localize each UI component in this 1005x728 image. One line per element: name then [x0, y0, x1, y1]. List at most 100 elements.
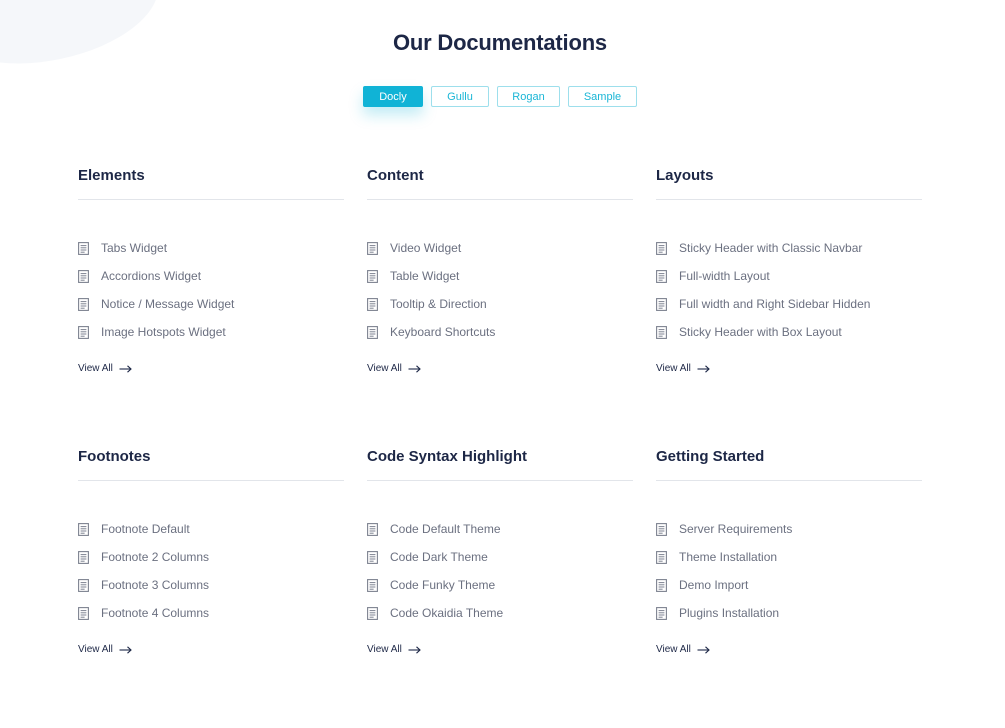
doc-link-item[interactable]: Plugins Installation — [656, 599, 922, 627]
doc-link-item[interactable]: Sticky Header with Classic Navbar — [656, 234, 922, 262]
doc-link-item[interactable]: Server Requirements — [656, 515, 922, 543]
tab-sample[interactable]: Sample — [568, 86, 637, 107]
doc-link-item[interactable]: Theme Installation — [656, 543, 922, 571]
doc-link-label[interactable]: Table Widget — [390, 269, 459, 283]
doc-link-label[interactable]: Tooltip & Direction — [390, 297, 487, 311]
doc-link-label[interactable]: Footnote 2 Columns — [101, 550, 209, 564]
doc-link-item[interactable]: Tooltip & Direction — [367, 290, 633, 318]
view-all-link[interactable]: View All — [78, 644, 132, 655]
arrow-right-icon — [408, 645, 421, 654]
doc-sections-grid: Elements Tabs Widget Accordions Widget Noti… — [78, 166, 923, 728]
view-all-label[interactable]: View All — [78, 644, 113, 655]
doc-link-label[interactable]: Code Okaidia Theme — [390, 606, 503, 620]
doc-link-item[interactable]: Sticky Header with Box Layout — [656, 318, 922, 346]
doc-link-label[interactable]: Full-width Layout — [679, 269, 770, 283]
doc-link-label[interactable]: Accordions Widget — [101, 269, 201, 283]
section-title[interactable]: Elements — [78, 166, 344, 185]
document-icon — [367, 606, 378, 620]
doc-section-card: Layouts Sticky Header with Classic Navbar… — [656, 166, 922, 447]
doc-link-item[interactable]: Image Hotspots Widget — [78, 318, 344, 346]
document-icon — [78, 550, 89, 564]
document-icon — [656, 606, 667, 620]
view-all-label[interactable]: View All — [367, 363, 402, 374]
document-icon — [367, 241, 378, 255]
document-icon — [367, 325, 378, 339]
document-icon — [656, 269, 667, 283]
doc-link-item[interactable]: Keyboard Shortcuts — [367, 318, 633, 346]
doc-link-label[interactable]: Demo Import — [679, 578, 748, 592]
doc-link-label[interactable]: Notice / Message Widget — [101, 297, 234, 311]
document-icon — [656, 550, 667, 564]
doc-link-item[interactable]: Full-width Layout — [656, 262, 922, 290]
doc-link-item[interactable]: Footnote 4 Columns — [78, 599, 344, 627]
section-item-list: Tabs Widget Accordions Widget Notice / Mes… — [78, 234, 344, 346]
arrow-right-icon — [408, 364, 421, 373]
doc-link-label[interactable]: Code Default Theme — [390, 522, 501, 536]
doc-link-item[interactable]: Code Default Theme — [367, 515, 633, 543]
doc-link-label[interactable]: Footnote 4 Columns — [101, 606, 209, 620]
doc-link-label[interactable]: Sticky Header with Classic Navbar — [679, 241, 862, 255]
doc-link-label[interactable]: Video Widget — [390, 241, 461, 255]
doc-link-item[interactable]: Accordions Widget — [78, 262, 344, 290]
section-divider — [367, 480, 633, 481]
doc-link-item[interactable]: Code Dark Theme — [367, 543, 633, 571]
arrow-right-icon — [697, 645, 710, 654]
doc-link-item[interactable]: Code Funky Theme — [367, 571, 633, 599]
document-icon — [367, 269, 378, 283]
doc-link-label[interactable]: Full width and Right Sidebar Hidden — [679, 297, 870, 311]
view-all-label[interactable]: View All — [78, 363, 113, 374]
document-icon — [367, 297, 378, 311]
document-icon — [78, 606, 89, 620]
document-icon — [656, 297, 667, 311]
section-item-list: Video Widget Table Widget Tooltip & Direct… — [367, 234, 633, 346]
section-divider — [78, 199, 344, 200]
document-icon — [367, 578, 378, 592]
tab-docly[interactable]: Docly — [363, 86, 423, 107]
doc-tabs: Docly Gullu Rogan Sample — [363, 86, 637, 107]
doc-link-label[interactable]: Footnote 3 Columns — [101, 578, 209, 592]
view-all-link[interactable]: View All — [367, 363, 421, 374]
section-title[interactable]: Layouts — [656, 166, 922, 185]
doc-link-label[interactable]: Plugins Installation — [679, 606, 779, 620]
section-title[interactable]: Getting Started — [656, 447, 922, 466]
view-all-link[interactable]: View All — [656, 363, 710, 374]
doc-link-item[interactable]: Code Okaidia Theme — [367, 599, 633, 627]
doc-link-item[interactable]: Video Widget — [367, 234, 633, 262]
section-item-list: Sticky Header with Classic Navbar Full-wi… — [656, 234, 922, 346]
view-all-label[interactable]: View All — [367, 644, 402, 655]
section-title[interactable]: Content — [367, 166, 633, 185]
section-divider — [656, 480, 922, 481]
doc-link-item[interactable]: Footnote 3 Columns — [78, 571, 344, 599]
doc-link-label[interactable]: Code Dark Theme — [390, 550, 488, 564]
doc-link-label[interactable]: Sticky Header with Box Layout — [679, 325, 842, 339]
arrow-right-icon — [119, 364, 132, 373]
doc-link-item[interactable]: Notice / Message Widget — [78, 290, 344, 318]
doc-link-label[interactable]: Image Hotspots Widget — [101, 325, 226, 339]
section-item-list: Server Requirements Theme Installation Dem… — [656, 515, 922, 627]
section-title[interactable]: Footnotes — [78, 447, 344, 466]
doc-link-item[interactable]: Tabs Widget — [78, 234, 344, 262]
view-all-link[interactable]: View All — [656, 644, 710, 655]
view-all-label[interactable]: View All — [656, 363, 691, 374]
view-all-link[interactable]: View All — [367, 644, 421, 655]
view-all-link[interactable]: View All — [78, 363, 132, 374]
doc-link-label[interactable]: Server Requirements — [679, 522, 792, 536]
doc-link-label[interactable]: Tabs Widget — [101, 241, 167, 255]
document-icon — [78, 241, 89, 255]
document-icon — [78, 297, 89, 311]
section-title[interactable]: Code Syntax Highlight — [367, 447, 633, 466]
doc-link-label[interactable]: Code Funky Theme — [390, 578, 495, 592]
doc-link-label[interactable]: Footnote Default — [101, 522, 190, 536]
doc-section-card: Content Video Widget Table Widget Tooltip &… — [367, 166, 633, 447]
section-divider — [78, 480, 344, 481]
doc-link-item[interactable]: Footnote 2 Columns — [78, 543, 344, 571]
tab-gullu[interactable]: Gullu — [431, 86, 489, 107]
doc-link-item[interactable]: Footnote Default — [78, 515, 344, 543]
doc-link-label[interactable]: Keyboard Shortcuts — [390, 325, 495, 339]
doc-link-item[interactable]: Full width and Right Sidebar Hidden — [656, 290, 922, 318]
view-all-label[interactable]: View All — [656, 644, 691, 655]
tab-rogan[interactable]: Rogan — [497, 86, 560, 107]
doc-link-label[interactable]: Theme Installation — [679, 550, 777, 564]
doc-link-item[interactable]: Table Widget — [367, 262, 633, 290]
doc-link-item[interactable]: Demo Import — [656, 571, 922, 599]
